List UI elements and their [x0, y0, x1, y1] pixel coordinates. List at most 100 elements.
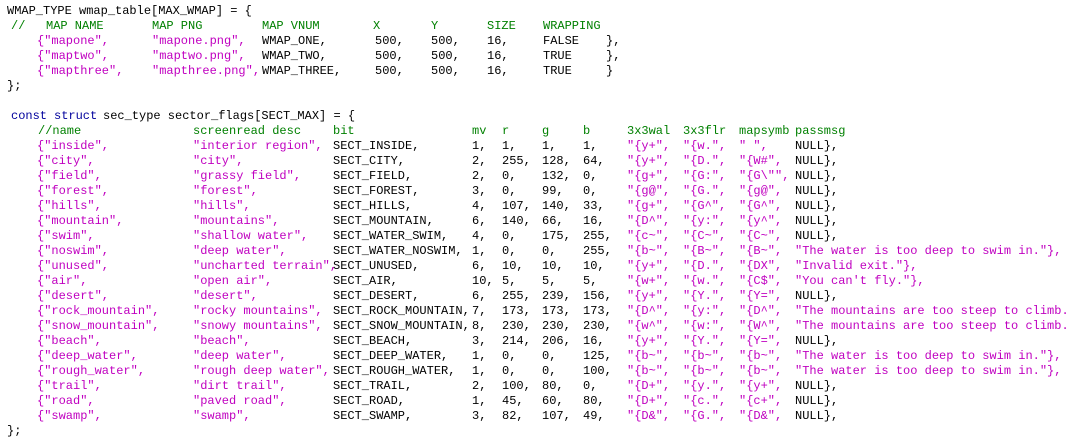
sector-row: {"road", "paved road", SECT_ROAD, 1, 45, 60, 8… [0, 394, 1068, 409]
sector-cell: NULL}, [795, 184, 839, 198]
sector-cell: 255, [502, 154, 531, 168]
sector-row: {"snow_mountain", "snowy mountains", SECT_… [0, 319, 1068, 334]
sector-cell: 4, [472, 229, 487, 243]
code-line: //name screenread desc bit mv r g b 3x3w… [0, 124, 1068, 139]
wmap-cell: 500, [431, 64, 460, 78]
sector-cell: "deep water", [193, 349, 287, 363]
sector-cell: 82, [502, 409, 524, 423]
sector-cell: 140, [502, 214, 531, 228]
header-r: r [502, 124, 510, 138]
sector-cell: "{DX", [739, 259, 783, 273]
sector-cell: "swamp", [193, 409, 251, 423]
sector-cell: "The water is too deep to swim in."}, [795, 364, 1062, 378]
sector-declaration: sec_type sector_flags[SECT_MAX] = { [103, 109, 356, 123]
header-passmsg: passmsg [795, 124, 846, 138]
sector-cell: "The mountains are too steep to climb." [795, 304, 1068, 318]
wmap-cell: {"mapone", [37, 34, 110, 48]
sector-cell: 10, [472, 274, 494, 288]
sector-row: {"desert", "desert", SECT_DESERT, 6, 255, 239… [0, 289, 1068, 304]
sector-cell: {"rough_water", [37, 364, 146, 378]
wmap-cell: 500, [375, 64, 404, 78]
sector-cell: 3, [472, 409, 487, 423]
sector-cell: 0, [502, 364, 517, 378]
wmap-cell: } [606, 64, 614, 78]
sector-cell: 10, [502, 259, 524, 273]
sector-cell: "{w+", [627, 274, 671, 288]
sector-row: {"trail", "dirt trail", SECT_TRAIL, 2, 100, 8… [0, 379, 1068, 394]
sector-cell: "mountains", [193, 214, 280, 228]
wmap-cell: {"maptwo", [37, 49, 110, 63]
header-screenread-desc: screenread desc [193, 124, 302, 138]
sector-cell: 0, [583, 169, 598, 183]
sector-cell: "paved road", [193, 394, 287, 408]
sector-cell: "{G.", [683, 409, 727, 423]
sector-cell: 49, [583, 409, 605, 423]
sector-cell: 214, [502, 334, 531, 348]
header-name: //name [38, 124, 82, 138]
sector-cell: {"beach", [37, 334, 102, 348]
sector-cell: 5, [542, 274, 557, 288]
sector-cell: SECT_AIR, [333, 274, 398, 288]
sector-cell: SECT_BEACH, [333, 334, 413, 348]
sector-cell: {"unused", [37, 259, 110, 273]
sector-cell: SECT_ROUGH_WATER, [333, 364, 456, 378]
wmap-row: {"mapthree", "mapthree.png", WMAP_THREE, 50… [0, 64, 1068, 79]
sector-cell: "{G\"", [739, 169, 790, 183]
wmap-cell: 500, [431, 34, 460, 48]
sector-cell: "{c~", [627, 229, 671, 243]
header-map-vnum: MAP VNUM [262, 19, 320, 33]
keyword-const: const [11, 109, 48, 123]
sector-cell: 80, [542, 379, 564, 393]
sector-cell: SECT_INSIDE, [333, 139, 420, 153]
sector-cell: "{b~", [683, 364, 727, 378]
wmap-cell: 500, [375, 34, 404, 48]
sector-cell: 16, [583, 334, 605, 348]
sector-cell: 2, [472, 379, 487, 393]
wmap-cell: TRUE [543, 49, 572, 63]
code-line: // MAP NAME MAP PNG MAP VNUM X Y SIZE WR… [0, 19, 1068, 34]
sector-cell: "The mountains are too steep to climb." [795, 319, 1068, 333]
wmap-declaration: WMAP_TYPE wmap_table[MAX_WMAP] = { [7, 4, 252, 18]
sector-cell: SECT_ROAD, [333, 394, 406, 408]
sector-cell: "open air", [193, 274, 273, 288]
sector-row: {"hills", "hills", SECT_HILLS, 4, 107, 140, 33… [0, 199, 1068, 214]
sector-cell: "{B~", [683, 244, 727, 258]
sector-cell: {"inside", [37, 139, 110, 153]
sector-cell: 1, [472, 244, 487, 258]
sector-cell: SECT_UNUSED, [333, 259, 420, 273]
code-editor[interactable]: WMAP_TYPE wmap_table[MAX_WMAP] = { // MA… [0, 0, 1068, 441]
sector-cell: 5, [583, 274, 598, 288]
sector-cell: 8, [472, 319, 487, 333]
sector-cell: 0, [502, 169, 517, 183]
sector-cell: {"city", [37, 154, 95, 168]
sector-cell: "{b~", [627, 244, 671, 258]
wmap-cell: 500, [431, 49, 460, 63]
sector-cell: "beach", [193, 334, 251, 348]
sector-cell: "{c+", [739, 394, 783, 408]
sector-cell: 2, [472, 169, 487, 183]
sector-cell: 0, [502, 244, 517, 258]
sector-cell: NULL}, [795, 334, 839, 348]
sector-row: {"forest", "forest", SECT_FOREST, 3, 0, 99, 0,… [0, 184, 1068, 199]
sector-cell: {"air", [37, 274, 88, 288]
header-size: SIZE [487, 19, 516, 33]
wmap-cell: {"mapthree", [37, 64, 124, 78]
sector-cell: NULL}, [795, 199, 839, 213]
sector-cell: "{w.", [683, 139, 727, 153]
sector-cell: SECT_SWAMP, [333, 409, 413, 423]
sector-cell: "{D^", [627, 214, 671, 228]
sector-cell: "{y^", [739, 214, 783, 228]
sector-cell: "{y+", [627, 289, 671, 303]
sector-cell: "rough deep water", [193, 364, 330, 378]
sector-cell: "The water is too deep to swim in."}, [795, 349, 1062, 363]
sector-row: {"unused", "uncharted terrain", SECT_UNUSE… [0, 259, 1068, 274]
sector-cell: {"forest", [37, 184, 110, 198]
sector-cell: 107, [542, 409, 571, 423]
code-line: }; [0, 79, 1068, 94]
sector-cell: 173, [502, 304, 531, 318]
header-3x3flr: 3x3flr [683, 124, 727, 138]
sector-cell: 1, [472, 139, 487, 153]
header-map-png: MAP PNG [152, 19, 203, 33]
sector-row: {"city", "city", SECT_CITY, 2, 255, 128, 64, "{… [0, 154, 1068, 169]
sector-cell: "You can't fly."}, [795, 274, 925, 288]
